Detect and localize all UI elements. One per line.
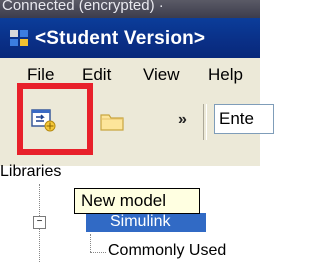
connection-status-text: Connected (encrypted) · (2, 0, 164, 14)
new-model-tooltip: New model (74, 188, 200, 214)
new-model-icon (31, 109, 56, 132)
window-titlebar: <Student Version> (0, 18, 260, 58)
toolbar-separator (203, 104, 207, 140)
menu-file[interactable]: File (27, 65, 54, 85)
tree-branch-line (90, 252, 106, 253)
menu-edit[interactable]: Edit (82, 65, 111, 85)
library-browser-toolbar: » (0, 88, 274, 166)
libraries-label: Libraries (0, 163, 62, 180)
menu-view[interactable]: View (143, 65, 180, 85)
connection-status-bar: Connected (encrypted) · (0, 0, 260, 18)
new-model-button[interactable] (27, 107, 59, 135)
tree-item-commonly-used[interactable]: Commonly Used (108, 242, 226, 260)
toolbar-overflow-chevron-icon[interactable]: » (178, 111, 187, 129)
simulink-app-icon (10, 30, 28, 46)
menu-bar: File Edit View Help (0, 58, 260, 89)
tree-branch-line (90, 234, 91, 252)
library-search-input[interactable] (214, 104, 274, 134)
menu-help[interactable]: Help (208, 65, 243, 85)
open-folder-icon[interactable] (99, 110, 125, 132)
tree-collapse-toggle[interactable]: − (33, 216, 46, 229)
window-title: <Student Version> (35, 28, 206, 49)
tree-item-simulink[interactable]: Simulink (86, 213, 206, 232)
